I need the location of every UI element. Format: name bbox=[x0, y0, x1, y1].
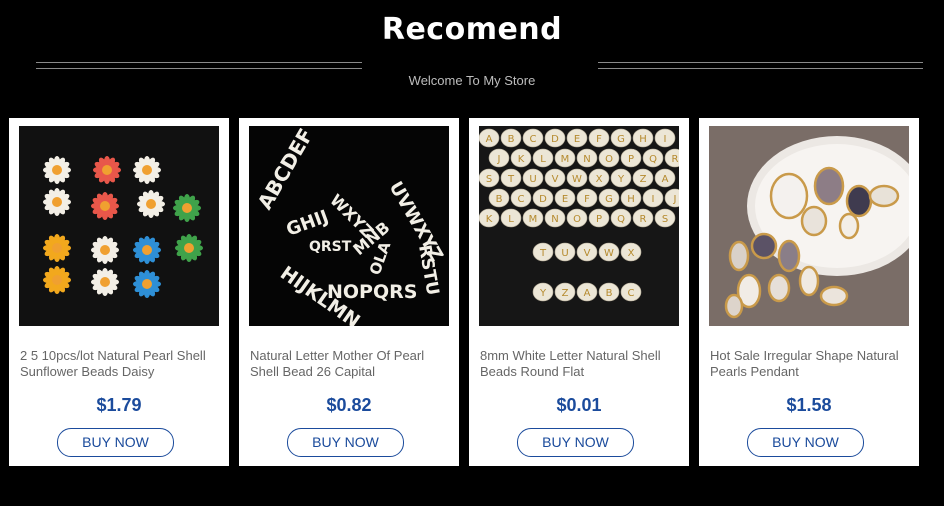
sunflower-beads-image[interactable] bbox=[19, 126, 219, 326]
svg-text:Q: Q bbox=[649, 154, 657, 165]
svg-text:D: D bbox=[551, 134, 559, 145]
svg-text:Y: Y bbox=[539, 288, 547, 299]
svg-text:T: T bbox=[507, 174, 515, 185]
buy-now-button[interactable]: BUY NOW bbox=[57, 428, 174, 457]
svg-text:I: I bbox=[664, 134, 667, 145]
svg-text:E: E bbox=[574, 134, 580, 145]
svg-text:B: B bbox=[496, 194, 503, 205]
svg-text:J: J bbox=[673, 194, 677, 205]
svg-text:L: L bbox=[508, 214, 514, 225]
svg-text:A: A bbox=[662, 174, 669, 185]
svg-text:B: B bbox=[606, 288, 613, 299]
product-card[interactable]: Hot Sale Irregular Shape Natural Pearls … bbox=[699, 118, 919, 466]
buy-now-button[interactable]: BUY NOW bbox=[517, 428, 634, 457]
svg-text:H: H bbox=[627, 194, 635, 205]
svg-text:F: F bbox=[584, 194, 590, 205]
svg-text:V: V bbox=[584, 248, 591, 259]
product-price: $1.79 bbox=[96, 395, 142, 415]
svg-text:K: K bbox=[486, 214, 493, 225]
svg-text:H: H bbox=[639, 134, 647, 145]
svg-text:C: C bbox=[530, 134, 537, 145]
product-card[interactable]: ABCDEF GHIJ HIJKLMN NOPQRS UVWXYZ WXYZ M… bbox=[239, 118, 459, 466]
svg-text:A: A bbox=[584, 288, 591, 299]
svg-text:U: U bbox=[529, 174, 536, 185]
svg-text:W: W bbox=[604, 248, 614, 259]
round-letter-beads-image[interactable]: A B C D E F G H I J K L M N O P Q R S T U V W X Y Z A B C D E F G H I J K L M N… bbox=[479, 126, 679, 326]
svg-text:QRST: QRST bbox=[309, 239, 352, 255]
product-card[interactable]: 2 5 10pcs/lot Natural Pearl Shell Sunflo… bbox=[9, 118, 229, 466]
svg-text:E: E bbox=[562, 194, 568, 205]
svg-text:I: I bbox=[652, 194, 655, 205]
svg-text:S: S bbox=[662, 214, 668, 225]
svg-text:R: R bbox=[640, 214, 647, 225]
svg-text:X: X bbox=[628, 248, 635, 259]
divider-right bbox=[598, 62, 923, 69]
svg-text:Z: Z bbox=[562, 288, 569, 299]
svg-text:P: P bbox=[628, 154, 634, 165]
svg-text:B: B bbox=[508, 134, 515, 145]
product-title[interactable]: Hot Sale Irregular Shape Natural Pearls … bbox=[710, 348, 910, 380]
svg-text:G: G bbox=[605, 194, 613, 205]
svg-text:V: V bbox=[552, 174, 559, 185]
svg-text:P: P bbox=[596, 214, 602, 225]
svg-text:Q: Q bbox=[617, 214, 625, 225]
svg-text:N: N bbox=[551, 214, 558, 225]
product-title[interactable]: 8mm White Letter Natural Shell Beads Rou… bbox=[480, 348, 680, 380]
svg-text:N: N bbox=[583, 154, 590, 165]
svg-text:A: A bbox=[486, 134, 493, 145]
svg-text:U: U bbox=[561, 248, 568, 259]
svg-text:M: M bbox=[561, 154, 570, 165]
product-card[interactable]: A B C D E F G H I J K L M N O P Q R S T U V W X Y Z A B C D E F G H I J K L M N… bbox=[469, 118, 689, 466]
svg-text:L: L bbox=[540, 154, 546, 165]
svg-text:K: K bbox=[518, 154, 525, 165]
product-price: $0.01 bbox=[556, 395, 602, 415]
pearl-pendant-image[interactable] bbox=[709, 126, 909, 326]
page-title: Recomend bbox=[381, 12, 563, 47]
svg-text:R: R bbox=[672, 154, 679, 165]
svg-text:O: O bbox=[605, 154, 613, 165]
product-title[interactable]: Natural Letter Mother Of Pearl Shell Bea… bbox=[250, 348, 450, 380]
svg-text:C: C bbox=[518, 194, 525, 205]
svg-text:C: C bbox=[628, 288, 635, 299]
product-title[interactable]: 2 5 10pcs/lot Natural Pearl Shell Sunflo… bbox=[20, 348, 220, 380]
svg-text:G: G bbox=[617, 134, 625, 145]
svg-text:O: O bbox=[573, 214, 581, 225]
product-price: $1.58 bbox=[786, 395, 832, 415]
store-subtitle: Welcome To My Store bbox=[408, 73, 536, 88]
buy-now-button[interactable]: BUY NOW bbox=[287, 428, 404, 457]
svg-text:Z: Z bbox=[640, 174, 647, 185]
letter-beads-image[interactable]: ABCDEF GHIJ HIJKLMN NOPQRS UVWXYZ WXYZ M… bbox=[249, 126, 449, 326]
svg-text:Y: Y bbox=[617, 174, 625, 185]
buy-now-button[interactable]: BUY NOW bbox=[747, 428, 864, 457]
divider-left bbox=[36, 62, 362, 69]
svg-text:J: J bbox=[497, 154, 501, 165]
svg-text:NOPQRS: NOPQRS bbox=[327, 281, 417, 303]
svg-text:T: T bbox=[539, 248, 547, 259]
svg-text:S: S bbox=[486, 174, 492, 185]
product-price: $0.82 bbox=[326, 395, 372, 415]
svg-text:W: W bbox=[572, 174, 582, 185]
svg-text:M: M bbox=[529, 214, 538, 225]
svg-text:X: X bbox=[596, 174, 603, 185]
svg-text:D: D bbox=[539, 194, 547, 205]
svg-text:F: F bbox=[596, 134, 602, 145]
